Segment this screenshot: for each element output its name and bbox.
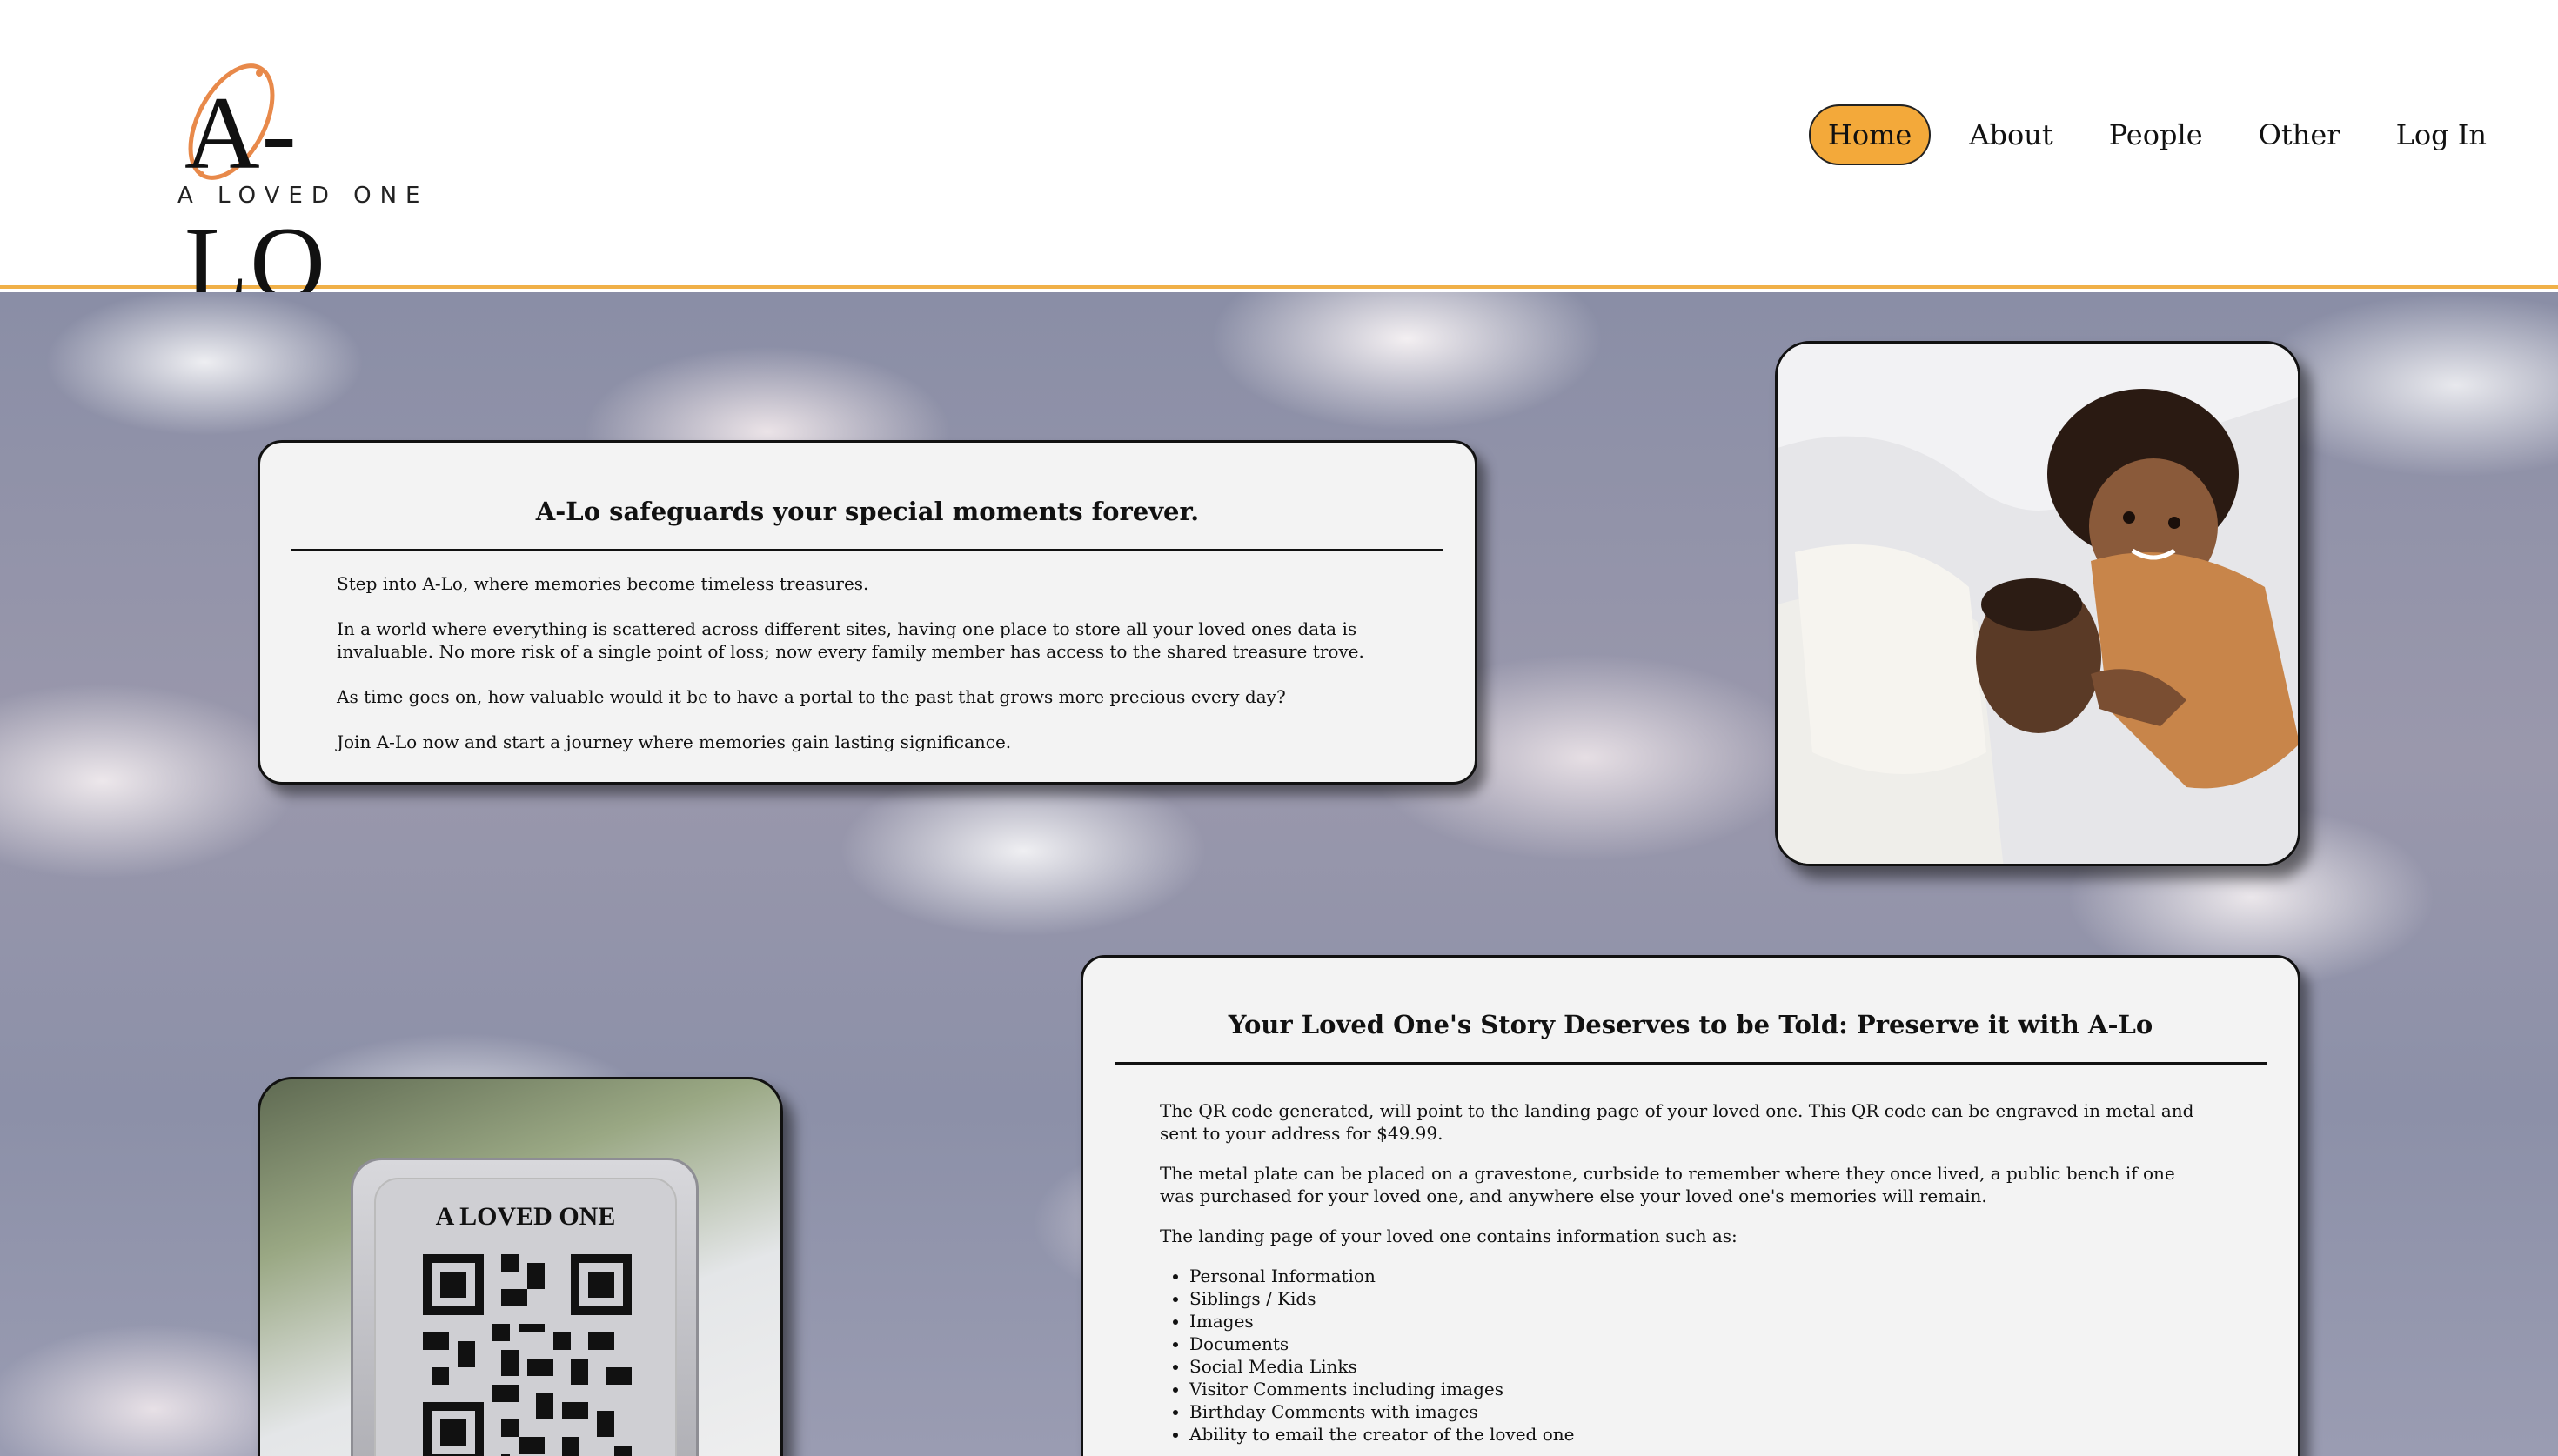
- brand-logo[interactable]: A-LO A LOVED ONE: [171, 59, 432, 321]
- story-paragraph: The metal plate can be placed on a grave…: [1160, 1163, 2175, 1206]
- list-item: Personal Information: [1189, 1265, 2211, 1287]
- story-card-title: Your Loved One's Story Deserves to be To…: [1228, 1010, 2153, 1039]
- metal-plate: A LOVED ONE: [351, 1158, 699, 1456]
- plate-face: A LOVED ONE: [374, 1178, 677, 1456]
- plate-label: A LOVED ONE: [435, 1202, 616, 1231]
- intro-card-body: Step into A-Lo, where memories become ti…: [260, 551, 1475, 753]
- father-child-image: [1778, 344, 2298, 864]
- father-child-photo: [1775, 341, 2300, 866]
- story-paragraph: The QR code generated, will point to the…: [1160, 1100, 2194, 1144]
- features-list: Personal Information Siblings / Kids Ima…: [1160, 1265, 2211, 1446]
- intro-paragraph: Join A-Lo now and start a journey where …: [337, 731, 1012, 752]
- qr-code-icon: [414, 1246, 640, 1456]
- intro-card: A-Lo safeguards your special moments for…: [258, 440, 1477, 785]
- intro-paragraph: In a world where everything is scattered…: [337, 618, 1364, 662]
- list-item: Siblings / Kids: [1189, 1287, 2211, 1310]
- logo-tagline: A LOVED ONE: [177, 183, 429, 209]
- intro-card-title: A-Lo safeguards your special moments for…: [535, 497, 1200, 526]
- site-header: A-LO A LOVED ONE Home About People Other…: [0, 0, 2558, 321]
- list-item: Birthday Comments with images: [1189, 1400, 2211, 1423]
- list-item: Documents: [1189, 1332, 2211, 1355]
- list-item: Visitor Comments including images: [1189, 1378, 2211, 1400]
- qr-plate-photo: A LOVED ONE: [258, 1077, 783, 1456]
- list-item: Images: [1189, 1310, 2211, 1332]
- story-paragraph: The landing page of your loved one conta…: [1160, 1226, 1738, 1246]
- list-item: Ability to email the creator of the love…: [1189, 1423, 2211, 1446]
- main-nav: Home About People Other Log In: [1808, 104, 2504, 165]
- story-card: Your Loved One's Story Deserves to be To…: [1081, 955, 2300, 1456]
- nav-login[interactable]: Log In: [2379, 106, 2504, 164]
- nav-home[interactable]: Home: [1808, 104, 1932, 165]
- nav-people[interactable]: People: [2092, 106, 2220, 164]
- list-item: Social Media Links: [1189, 1355, 2211, 1378]
- nav-other[interactable]: Other: [2241, 106, 2358, 164]
- intro-paragraph: Step into A-Lo, where memories become ti…: [337, 573, 869, 594]
- intro-paragraph: As time goes on, how valuable would it b…: [337, 686, 1286, 707]
- nav-about[interactable]: About: [1952, 106, 2070, 164]
- story-card-body: The QR code generated, will point to the…: [1083, 1065, 2298, 1446]
